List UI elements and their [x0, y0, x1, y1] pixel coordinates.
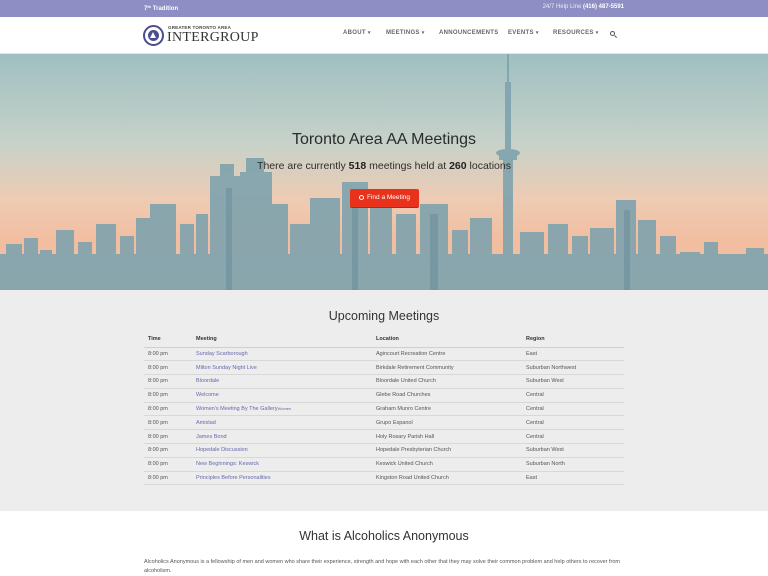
meeting-link[interactable]: Bloordale [192, 374, 372, 389]
section-title: What is Alcoholics Anonymous [299, 529, 469, 543]
table-row: 8:00 pm Milton Sunday Night Live Birkdal… [144, 360, 624, 376]
meeting-time: 8:00 pm [144, 443, 192, 458]
meeting-time: 8:00 pm [144, 402, 192, 417]
search-icon [359, 195, 364, 200]
caret-down-icon: ▾ [421, 30, 425, 36]
helpline: 24/7 Help Line (416) 487-5591 [543, 4, 624, 10]
meeting-location: Kingston Road United Church [372, 471, 522, 486]
col-header-time: Time [144, 332, 192, 348]
meeting-region: Central [522, 415, 624, 431]
hero-title: Toronto Area AA Meetings [291, 131, 477, 148]
nav-events[interactable]: EVENTS ▾ [508, 30, 539, 42]
meeting-location: Glebe Road Churches [372, 388, 522, 403]
meeting-region: Central [522, 388, 624, 403]
meeting-region: East [522, 347, 624, 362]
meeting-location: Holy Rosary Parish Hall [372, 429, 522, 445]
meeting-link[interactable]: New Beginnings: Keswick [192, 457, 372, 472]
caret-down-icon: ▾ [367, 30, 371, 36]
hero-subtitle: There are currently 518 meetings held at… [257, 160, 511, 172]
find-meeting-button[interactable]: Find a Meeting [350, 189, 419, 207]
meeting-time: 8:00 pm [144, 360, 192, 376]
col-header-region: Region [522, 332, 624, 348]
meeting-link[interactable]: Sunday Scarborough [192, 347, 372, 362]
meeting-link[interactable]: Hopedale Discussion [192, 443, 372, 458]
meeting-link[interactable]: Welcome [192, 388, 372, 403]
meeting-time: 8:00 pm [144, 388, 192, 403]
top-bar: 7th Tradition 24/7 Help Line (416) 487-5… [0, 0, 768, 17]
nav-meetings[interactable]: MEETINGS ▾ [386, 30, 425, 42]
meeting-time: 8:00 pm [144, 374, 192, 389]
helpline-label: 24/7 Help Line [542, 4, 582, 10]
table-row: 8:00 pm Bloordale Bloordale United Churc… [144, 374, 624, 389]
seventh-tradition-link[interactable]: 7th Tradition [144, 4, 178, 12]
main-navbar: GREATER TORONTO AREA INTERGROUP ABOUT ▾ M… [0, 17, 768, 54]
aa-logo-icon [143, 25, 164, 46]
meeting-region: Suburban West [522, 443, 624, 458]
meeting-link[interactable]: Amistad [192, 415, 372, 431]
table-row: 8:00 pm Amistad Grupo Espanol Central [144, 415, 624, 431]
meeting-region: Suburban North [522, 457, 624, 472]
meeting-location: Graham Munro Centre [372, 402, 522, 417]
meeting-link[interactable]: Women's Meeting By The GalleryWomen [192, 402, 372, 417]
meeting-link[interactable]: Principles Before Personalities [192, 471, 372, 486]
meeting-location: Agincourt Recreation Centre [372, 347, 522, 362]
col-header-meeting: Meeting [192, 332, 372, 348]
nav-about[interactable]: ABOUT ▾ [343, 30, 371, 42]
toronto-skyline-image [0, 54, 768, 290]
search-icon[interactable] [609, 30, 618, 39]
meeting-region: Central [522, 429, 624, 445]
locations-count: 260 [449, 160, 467, 172]
meeting-link[interactable]: Milton Sunday Night Live [192, 360, 372, 376]
table-row: 8:00 pm Sunday Scarborough Agincourt Rec… [144, 347, 624, 362]
table-row: 8:00 pm Welcome Glebe Road Churches Cent… [144, 388, 624, 403]
meeting-region: Suburban West [522, 374, 624, 389]
meeting-location: Keswick United Church [372, 457, 522, 472]
hero-banner: Toronto Area AA Meetings There are curre… [0, 54, 768, 290]
caret-down-icon: ▾ [535, 30, 539, 36]
meeting-region: East [522, 471, 624, 486]
meeting-time: 8:00 pm [144, 415, 192, 431]
site-logo[interactable]: GREATER TORONTO AREA INTERGROUP [143, 25, 263, 47]
meeting-type-tag: Women [277, 406, 292, 412]
table-row: 8:00 pm Hopedale Discussion Hopedale Pre… [144, 443, 624, 458]
meeting-time: 8:00 pm [144, 347, 192, 362]
table-row: 8:00 pm Principles Before Personalities … [144, 471, 624, 486]
meeting-time: 8:00 pm [144, 457, 192, 472]
meeting-time: 8:00 pm [144, 429, 192, 445]
meeting-region: Suburban Northwest [522, 360, 624, 376]
logo-big-text: INTERGROUP [167, 30, 259, 45]
meeting-link[interactable]: James Bond [192, 429, 372, 445]
about-aa-paragraph: Alcoholics Anonymous is a fellowship of … [144, 559, 621, 574]
meeting-location: Birkdale Retirement Community [372, 360, 522, 376]
caret-down-icon: ▾ [595, 30, 599, 36]
table-row: 8:00 pm James Bond Holy Rosary Parish Ha… [144, 429, 624, 445]
meetings-table: Time Meeting Location Region 8:00 pm Sun… [144, 332, 624, 486]
meeting-location: Grupo Espanol [372, 415, 522, 431]
col-header-location: Location [372, 332, 522, 348]
meeting-location: Hopedale Presbyterian Church [372, 443, 522, 458]
meetings-count: 518 [348, 160, 367, 172]
what-is-aa-section: What is Alcoholics Anonymous Alcoholics … [0, 511, 768, 576]
table-row: 8:00 pm Women's Meeting By The GalleryWo… [144, 402, 624, 417]
section-title: Upcoming Meetings [328, 309, 440, 323]
table-header-row: Time Meeting Location Region [144, 332, 624, 348]
meeting-region: Central [522, 402, 624, 417]
upcoming-meetings-section: Upcoming Meetings Time Meeting Location … [0, 290, 768, 511]
nav-resources[interactable]: RESOURCES ▾ [553, 30, 599, 42]
meeting-time: 8:00 pm [144, 471, 192, 486]
helpline-number[interactable]: (416) 487-5591 [583, 4, 624, 10]
table-row: 8:00 pm New Beginnings: Keswick Keswick … [144, 457, 624, 472]
nav-announcements[interactable]: ANNOUNCEMENTS [439, 30, 499, 42]
meeting-location: Bloordale United Church [372, 374, 522, 389]
